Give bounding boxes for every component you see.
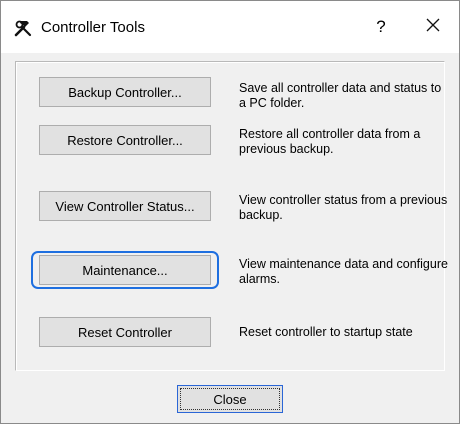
view-status-description: View controller status from a previous b…: [239, 193, 448, 222]
restore-controller-button[interactable]: Restore Controller...: [39, 125, 211, 155]
hammer-wrench-icon: [13, 18, 33, 38]
help-button[interactable]: ?: [359, 9, 403, 45]
close-button[interactable]: Close: [177, 385, 283, 413]
close-icon: [426, 18, 440, 37]
maintenance-description: View maintenance data and configure alar…: [239, 257, 448, 286]
backup-controller-button[interactable]: Backup Controller...: [39, 77, 211, 107]
view-controller-status-button[interactable]: View Controller Status...: [39, 191, 211, 221]
reset-description: Reset controller to startup state: [239, 325, 413, 339]
restore-description: Restore all controller data from a previ…: [239, 127, 421, 156]
maintenance-button[interactable]: Maintenance...: [39, 255, 211, 285]
window-title: Controller Tools: [41, 19, 145, 36]
title-bar: Controller Tools ?: [1, 1, 459, 53]
close-window-button[interactable]: [411, 9, 455, 45]
backup-description: Save all controller data and status to a…: [239, 81, 442, 110]
reset-controller-button[interactable]: Reset Controller: [39, 317, 211, 347]
controller-tools-dialog: Controller Tools ? Backup Controller... …: [0, 0, 460, 424]
